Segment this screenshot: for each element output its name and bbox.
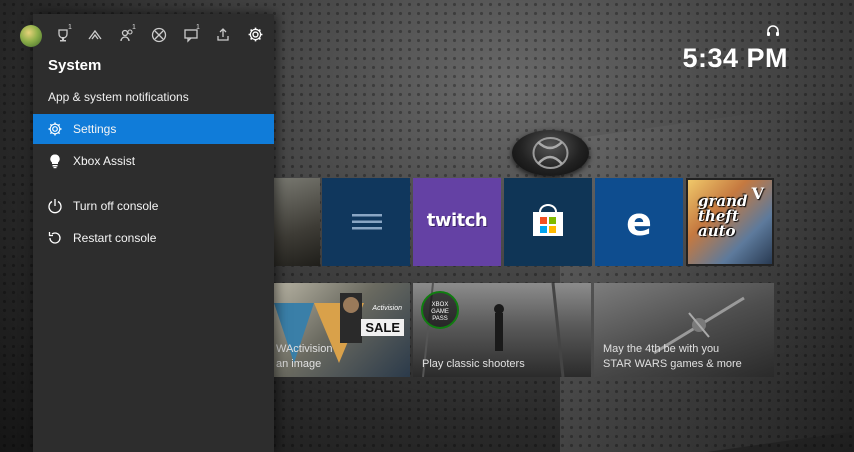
sale-badge: SALE <box>361 319 404 336</box>
menu-lines-icon <box>352 214 382 230</box>
game-pass-badge-line: PASS <box>432 316 448 322</box>
activision-mark: Activision <box>372 305 402 312</box>
star-wars-caption-line-1: May the 4th be with you <box>603 343 720 355</box>
microsoft-store-tile[interactable] <box>504 178 592 266</box>
game-pass-badge-line: XBOX <box>431 302 449 308</box>
headset-icon <box>767 25 779 36</box>
xbox-assist-menu-item[interactable]: Xbox Assist <box>33 146 274 176</box>
power-icon <box>48 199 62 214</box>
sale-caption-line-2: an image <box>276 358 322 370</box>
profile-avatar[interactable] <box>20 25 42 47</box>
chat-badge: 1 <box>196 24 200 31</box>
lightbulb-icon <box>50 154 60 169</box>
trophy-badge: 1 <box>68 24 72 31</box>
edge-logo-icon: e <box>626 200 652 244</box>
section-title: System <box>48 57 102 74</box>
clock-time: 5:34 PM <box>682 43 788 73</box>
xbox-logo-disc <box>512 130 589 176</box>
activision-sale-tile[interactable]: Activision SALE WActivision an image <box>274 283 410 377</box>
turn-off-console-menu-item[interactable]: Turn off console <box>33 191 274 221</box>
settings-label: Settings <box>73 122 117 136</box>
share-icon[interactable] <box>215 27 231 43</box>
gta-v-tile[interactable]: grand theft auto V <box>686 178 774 266</box>
game-pass-caption: Play classic shooters <box>422 358 525 370</box>
sale-tile-caption: WActivision an image <box>276 342 332 372</box>
star-wars-caption-line-2: STAR WARS games & more <box>603 358 742 370</box>
settings-menu-item[interactable]: Settings <box>33 114 274 144</box>
friends-badge: 1 <box>132 24 136 31</box>
restart-icon <box>48 232 61 244</box>
store-bag-icon <box>533 204 563 236</box>
multiplayer-icon[interactable] <box>87 27 103 43</box>
restart-console-menu-item[interactable]: Restart console <box>33 223 274 253</box>
gta-numeral: V <box>751 184 764 203</box>
game-pass-badge: XBOX GAME PASS <box>421 291 459 329</box>
game-pass-badge-line: GAME <box>431 309 449 315</box>
gear-icon[interactable] <box>247 26 264 43</box>
hamburger-menu-tile[interactable] <box>322 178 410 266</box>
sale-caption-line-1: WActivision <box>276 343 333 355</box>
xbox-assist-label: Xbox Assist <box>73 154 136 168</box>
gear-icon <box>48 122 62 136</box>
restart-console-label: Restart console <box>73 231 157 245</box>
xbox-logo-icon <box>532 137 569 169</box>
game-pass-shooters-tile[interactable]: XBOX GAME PASS Play classic shooters <box>413 283 591 377</box>
twitch-logo: twitch <box>426 210 488 231</box>
turn-off-console-label: Turn off console <box>73 199 159 213</box>
app-system-notifications-item[interactable]: App & system notifications <box>48 90 189 104</box>
star-wars-tile[interactable]: May the 4th be with you STAR WARS games … <box>594 283 774 377</box>
star-wars-caption: May the 4th be with you STAR WARS games … <box>603 342 742 372</box>
call-of-duty-tile[interactable] <box>274 178 320 266</box>
edge-browser-tile[interactable]: e <box>595 178 683 266</box>
twitch-tile[interactable]: twitch <box>413 178 501 266</box>
xbox-icon[interactable] <box>151 27 167 43</box>
